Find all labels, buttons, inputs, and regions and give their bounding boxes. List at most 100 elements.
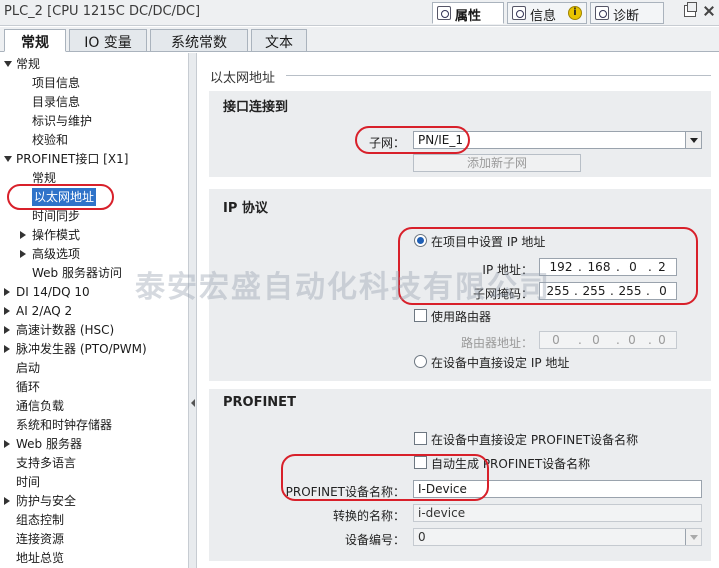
add-subnet-button[interactable]: 添加新子网 [413, 154, 581, 172]
nav-item-label: 目录信息 [32, 95, 81, 109]
nav-item-label: 时间 [16, 475, 41, 489]
expand-arrow-icon[interactable] [4, 61, 12, 67]
collapsed-arrow-icon[interactable] [4, 440, 10, 448]
chevron-down-icon[interactable] [685, 132, 701, 148]
router-address-field[interactable]: 0 . 0 . 0 . 0 [539, 331, 677, 349]
device-number-dropdown[interactable]: 0 [413, 528, 702, 546]
nav-item[interactable]: Web 服务器 [0, 435, 186, 453]
interface-group-title: 接口连接到 [223, 100, 289, 115]
info-badge-icon: i [568, 6, 582, 20]
nav-item-label: 组态控制 [16, 513, 65, 527]
nav-item[interactable]: 启动 [0, 359, 186, 377]
highlight-ring-nav [7, 184, 114, 210]
info-list-icon [512, 6, 526, 20]
nav-item-label: 连接资源 [16, 532, 65, 546]
nav-item[interactable]: 校验和 [0, 131, 186, 149]
watermark-text: 泰安宏盛自动化科技有限公司 [135, 270, 551, 305]
use-router-checkbox[interactable] [414, 309, 427, 322]
nav-item[interactable]: 目录信息 [0, 93, 186, 111]
collapsed-arrow-icon[interactable] [4, 288, 10, 296]
tab-diagnostics-label: 诊断 [613, 9, 640, 24]
expand-arrow-icon[interactable] [4, 156, 12, 162]
nav-item-label: AI 2/AQ 2 [16, 304, 73, 318]
nav-item-label: 标识与维护 [32, 114, 93, 128]
highlight-ring-subnet [355, 126, 470, 154]
close-icon[interactable] [703, 5, 715, 17]
nav-item[interactable]: 常规 [0, 55, 186, 73]
profinet-group-title: PROFINET [223, 395, 296, 410]
collapse-arrow-icon[interactable] [191, 399, 195, 407]
nav-item-label: 通信负载 [16, 399, 65, 413]
tab-diagnostics[interactable]: 诊断 [590, 2, 664, 24]
nav-item[interactable]: 通信负载 [0, 397, 186, 415]
converted-name-label: 转换的名称： [332, 509, 405, 523]
use-router-label: 使用路由器 [431, 310, 492, 324]
nav-item-label: 脉冲发生器 (PTO/PWM) [16, 342, 147, 356]
panel-splitter[interactable] [188, 53, 197, 568]
nav-item[interactable]: 脉冲发生器 (PTO/PWM) [0, 340, 186, 358]
collapsed-arrow-icon[interactable] [4, 497, 10, 505]
window-title: PLC_2 [CPU 1215C DC/DC/DC] [4, 4, 201, 19]
nav-item[interactable]: 高速计数器 (HSC) [0, 321, 186, 339]
nav-item[interactable]: 时间 [0, 473, 186, 491]
set-name-on-device-checkbox[interactable] [414, 432, 427, 445]
nav-item[interactable]: 支持多语言 [0, 454, 186, 472]
router-octet-4: 0 [658, 333, 666, 347]
navigation-tree: 常规 项目信息 目录信息 标识与维护 校验和 PROFINET接口 [X1] 常规 以太网地址… [0, 53, 188, 568]
tab-io-tags[interactable]: IO 变量 [69, 29, 147, 52]
nav-item[interactable]: 组态控制 [0, 511, 186, 529]
nav-item-label: 项目信息 [32, 76, 81, 90]
nav-item[interactable]: 高级选项 [0, 245, 186, 263]
nav-item[interactable]: 项目信息 [0, 74, 186, 92]
chevron-down-icon[interactable] [685, 529, 701, 545]
nav-item[interactable]: 循环 [0, 378, 186, 396]
nav-item[interactable]: 地址总览 [0, 549, 186, 567]
collapsed-arrow-icon[interactable] [4, 345, 10, 353]
diagnostics-icon [595, 6, 609, 20]
inspector-tabs: 常规 IO 变量 系统常数 文本 [0, 27, 719, 52]
collapsed-arrow-icon[interactable] [4, 326, 10, 334]
converted-name-value: i-device [418, 506, 466, 520]
tab-texts[interactable]: 文本 [251, 29, 307, 52]
nav-item-label: 校验和 [32, 133, 69, 147]
tab-properties-label: 属性 [455, 9, 482, 24]
nav-item-label: 地址总览 [16, 551, 65, 565]
ip-group-title: IP 协议 [223, 201, 268, 216]
nav-item-label: 支持多语言 [16, 456, 77, 470]
ip-dot: . [578, 333, 582, 347]
nav-item-label: Web 服务器 [16, 437, 82, 451]
collapsed-arrow-icon[interactable] [4, 307, 10, 315]
nav-item-label: PROFINET接口 [X1] [16, 152, 129, 166]
nav-item-label: 操作模式 [32, 228, 81, 242]
title-bar: PLC_2 [CPU 1215C DC/DC/DC] 属性 信息 i 诊断 [0, 0, 719, 26]
restore-window-icon[interactable] [684, 2, 697, 17]
nav-item[interactable]: 操作模式 [0, 226, 186, 244]
collapsed-arrow-icon[interactable] [20, 231, 26, 239]
device-number-value: 0 [418, 530, 426, 544]
tab-general[interactable]: 常规 [4, 29, 66, 52]
nav-item[interactable]: 系统和时钟存储器 [0, 416, 186, 434]
ip-dot: . [616, 333, 620, 347]
device-number-label: 设备编号： [344, 533, 405, 547]
tab-properties[interactable]: 属性 [432, 2, 504, 24]
nav-item[interactable]: 连接资源 [0, 530, 186, 548]
router-octet-3: 0 [628, 333, 636, 347]
converted-name-field: i-device [413, 504, 702, 522]
router-octet-2: 0 [592, 333, 600, 347]
nav-item-label: 常规 [16, 57, 41, 71]
nav-item[interactable]: PROFINET接口 [X1] [0, 150, 186, 168]
collapsed-arrow-icon[interactable] [20, 250, 26, 258]
section-title: 以太网地址 [210, 71, 276, 86]
nav-item[interactable]: 标识与维护 [0, 112, 186, 130]
nav-item-label: 启动 [16, 361, 41, 375]
set-ip-on-device-radio[interactable] [414, 355, 427, 368]
set-name-on-device-label: 在设备中直接设定 PROFINET设备名称 [431, 433, 639, 447]
tab-system-constants[interactable]: 系统常数 [150, 29, 248, 52]
set-ip-on-device-label: 在设备中直接设定 IP 地址 [431, 356, 570, 370]
nav-item-label: DI 14/DQ 10 [16, 285, 90, 299]
section-divider [286, 75, 711, 76]
highlight-ring-device-name [281, 454, 489, 501]
nav-item[interactable]: 防护与安全 [0, 492, 186, 510]
router-address-label: 路由器地址： [460, 336, 533, 350]
nav-item-label: 循环 [16, 380, 41, 394]
